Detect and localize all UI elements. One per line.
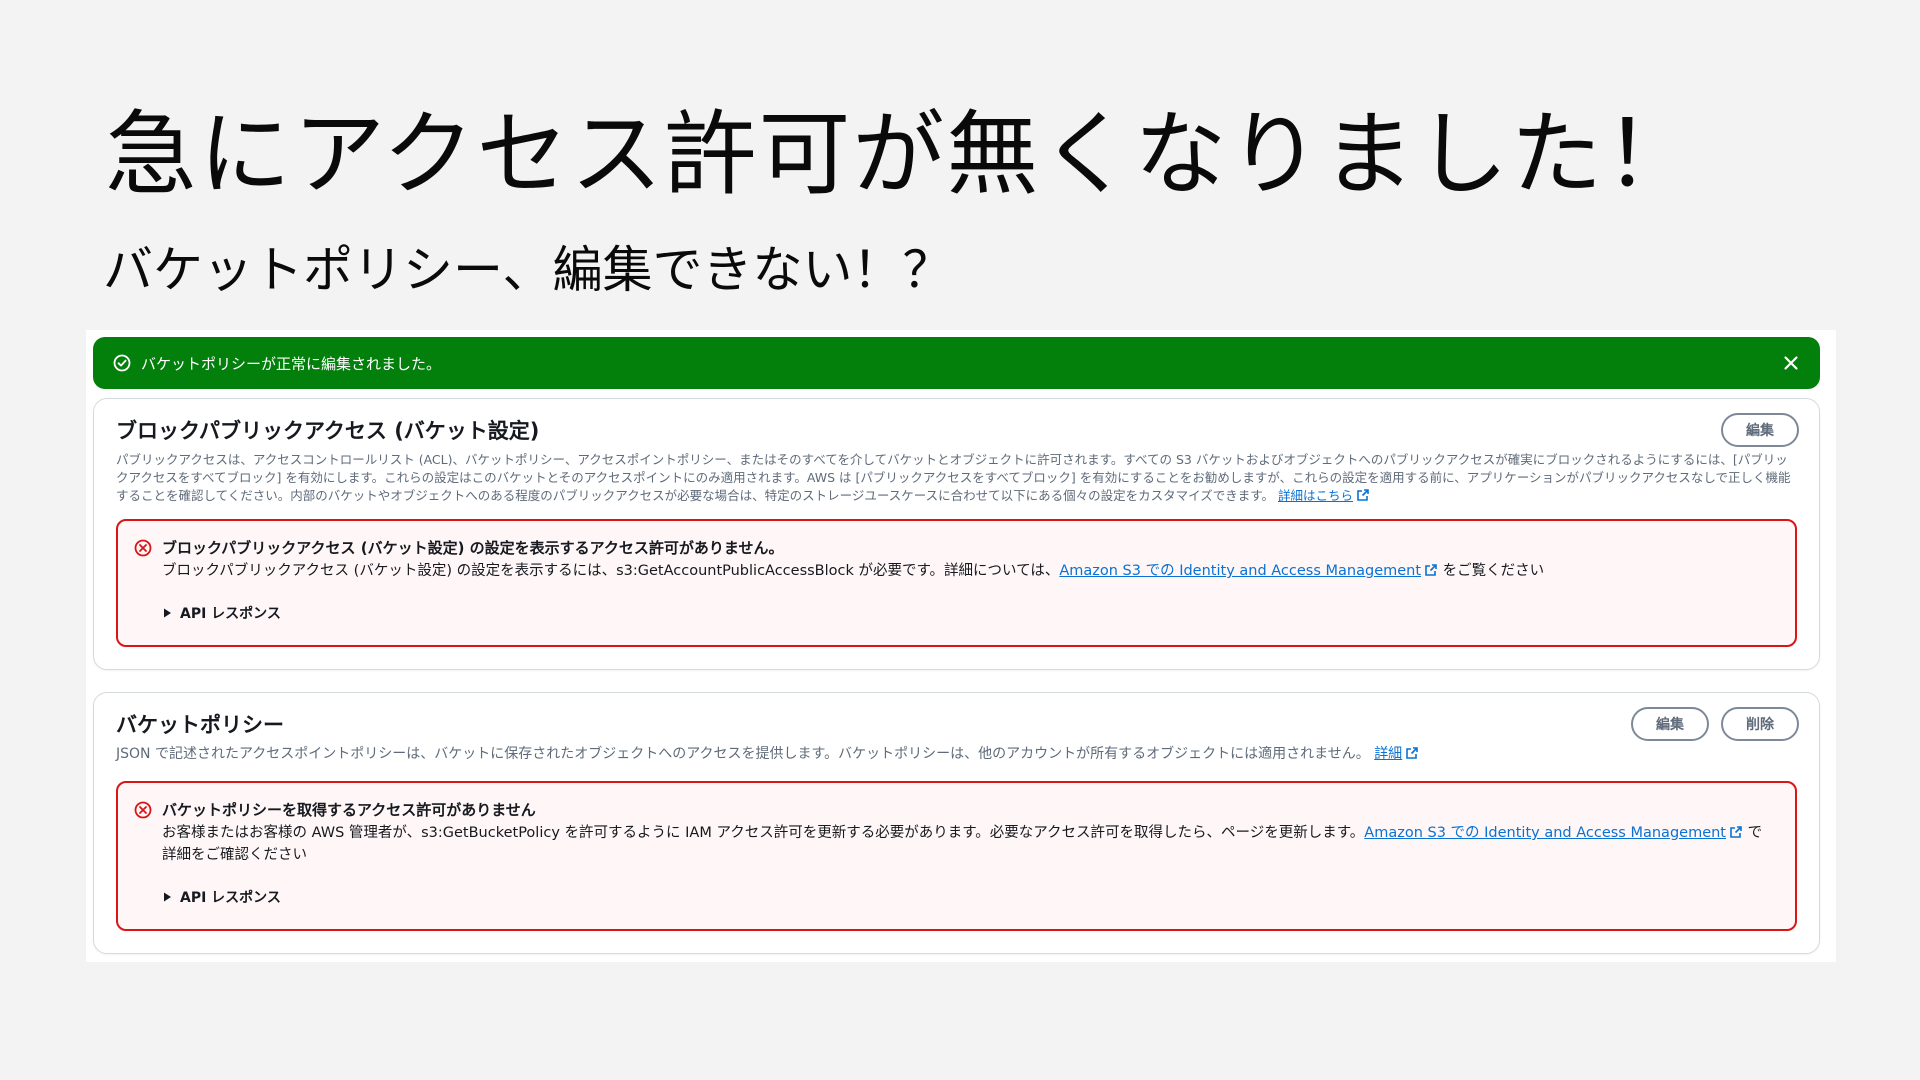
learn-more-link[interactable]: 詳細: [1374, 746, 1402, 762]
error-alert: バケットポリシーを取得するアクセス許可がありません お客様またはお客様の AWS…: [116, 781, 1797, 931]
panel-description: JSON で記述されたアクセスポイントポリシーは、バケットに保存されたオブジェク…: [116, 745, 1795, 763]
api-response-toggle[interactable]: API レスポンス: [162, 603, 281, 623]
iam-doc-link[interactable]: Amazon S3 での Identity and Access Managem…: [1059, 563, 1421, 579]
external-link-icon: [1424, 562, 1438, 576]
external-link-icon: [1729, 824, 1743, 838]
slide-title: 急にアクセス許可が無くなりました！: [105, 101, 1699, 208]
external-link-icon: [1405, 746, 1419, 760]
panel-description: パブリックアクセスは、アクセスコントロールリスト (ACL)、バケットポリシー、…: [116, 452, 1791, 503]
iam-doc-link[interactable]: Amazon S3 での Identity and Access Managem…: [1364, 825, 1726, 841]
block-public-access-panel: ブロックパブリックアクセス (バケット設定) 編集 パブリックアクセスは、アクセ…: [93, 398, 1820, 670]
caret-right-icon: [162, 892, 172, 902]
error-circle-icon: [134, 539, 152, 557]
edit-button[interactable]: 編集: [1631, 707, 1709, 741]
alert-title: ブロックパブリックアクセス (バケット設定) の設定を表示するアクセス許可があり…: [162, 539, 784, 557]
error-circle-icon: [134, 801, 152, 819]
flashbar-message: バケットポリシーが正常に編集されました。: [141, 354, 442, 373]
check-circle-icon: [113, 354, 131, 372]
alert-title: バケットポリシーを取得するアクセス許可がありません: [162, 801, 536, 819]
alert-body: お客様またはお客様の AWS 管理者が、s3:GetBucketPolicy を…: [162, 824, 1763, 863]
console-screenshot: バケットポリシーが正常に編集されました。 ブロックパブリックアクセス (バケット…: [86, 330, 1836, 962]
edit-button[interactable]: 編集: [1721, 413, 1799, 447]
delete-button[interactable]: 削除: [1721, 707, 1799, 741]
panel-title: バケットポリシー: [116, 713, 284, 737]
panel-title: ブロックパブリックアクセス (バケット設定): [116, 419, 540, 443]
slide-subtitle: バケットポリシー、編集できない！？: [103, 241, 953, 299]
learn-more-link[interactable]: 詳細はこちら: [1278, 488, 1353, 503]
caret-right-icon: [162, 608, 172, 618]
close-icon[interactable]: [1782, 354, 1800, 372]
alert-body: ブロックパブリックアクセス (バケット設定) の設定を表示するには、s3:Get…: [162, 562, 1545, 579]
external-link-icon: [1356, 488, 1370, 502]
success-flashbar: バケットポリシーが正常に編集されました。: [93, 337, 1820, 389]
api-response-toggle[interactable]: API レスポンス: [162, 887, 281, 907]
error-alert: ブロックパブリックアクセス (バケット設定) の設定を表示するアクセス許可があり…: [116, 519, 1797, 647]
bucket-policy-panel: バケットポリシー 編集 削除 JSON で記述されたアクセスポイントポリシーは、…: [93, 692, 1820, 954]
